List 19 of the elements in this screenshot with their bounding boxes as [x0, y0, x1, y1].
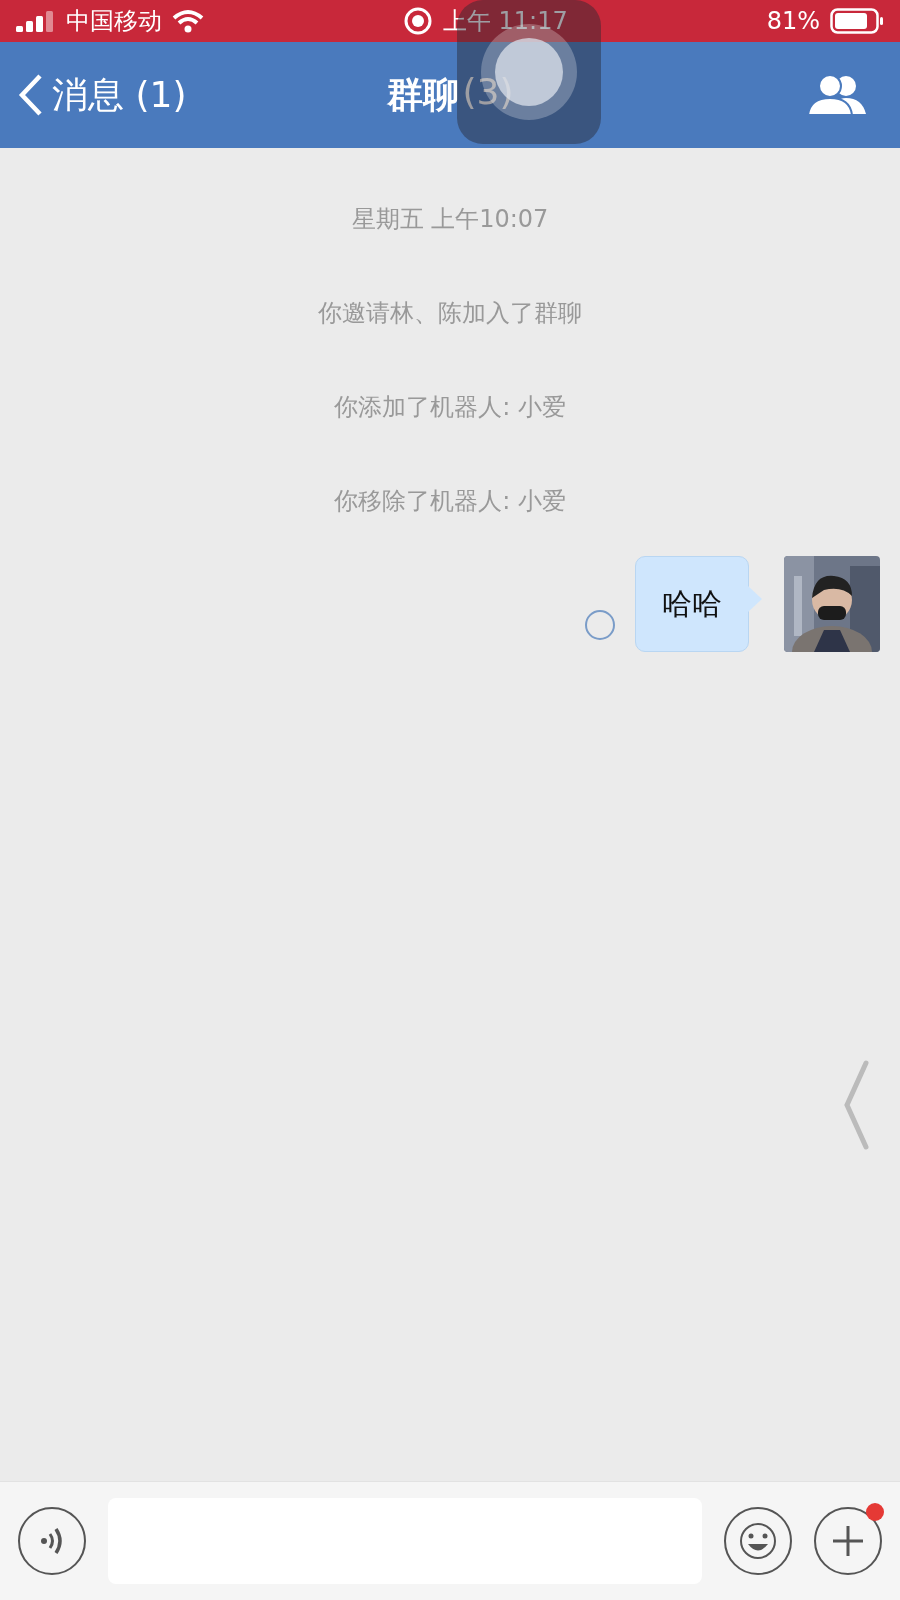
- system-message: 你移除了机器人: 小爱: [334, 486, 566, 517]
- plus-icon: [830, 1523, 866, 1559]
- signal-icon: [16, 10, 56, 32]
- side-handle-icon[interactable]: [842, 1060, 870, 1150]
- battery-icon: [830, 8, 884, 34]
- battery-percentage: 81%: [766, 7, 820, 35]
- system-message: 你邀请林、陈加入了群聊: [318, 298, 582, 329]
- emoji-button[interactable]: [724, 1507, 792, 1575]
- carrier-name: 中国移动: [66, 6, 162, 37]
- wifi-icon: [172, 9, 204, 33]
- back-button[interactable]: 消息 (1): [18, 70, 187, 120]
- sending-indicator-icon: [585, 610, 615, 640]
- recording-icon: [402, 6, 433, 36]
- voice-button[interactable]: [18, 1507, 86, 1575]
- smiley-icon: [738, 1521, 778, 1561]
- message-timestamp: 星期五 上午10:07: [351, 204, 549, 235]
- chat-title: 群聊: [386, 72, 459, 117]
- system-message: 你添加了机器人: 小爱: [334, 392, 566, 423]
- back-chevron-icon: [18, 73, 44, 117]
